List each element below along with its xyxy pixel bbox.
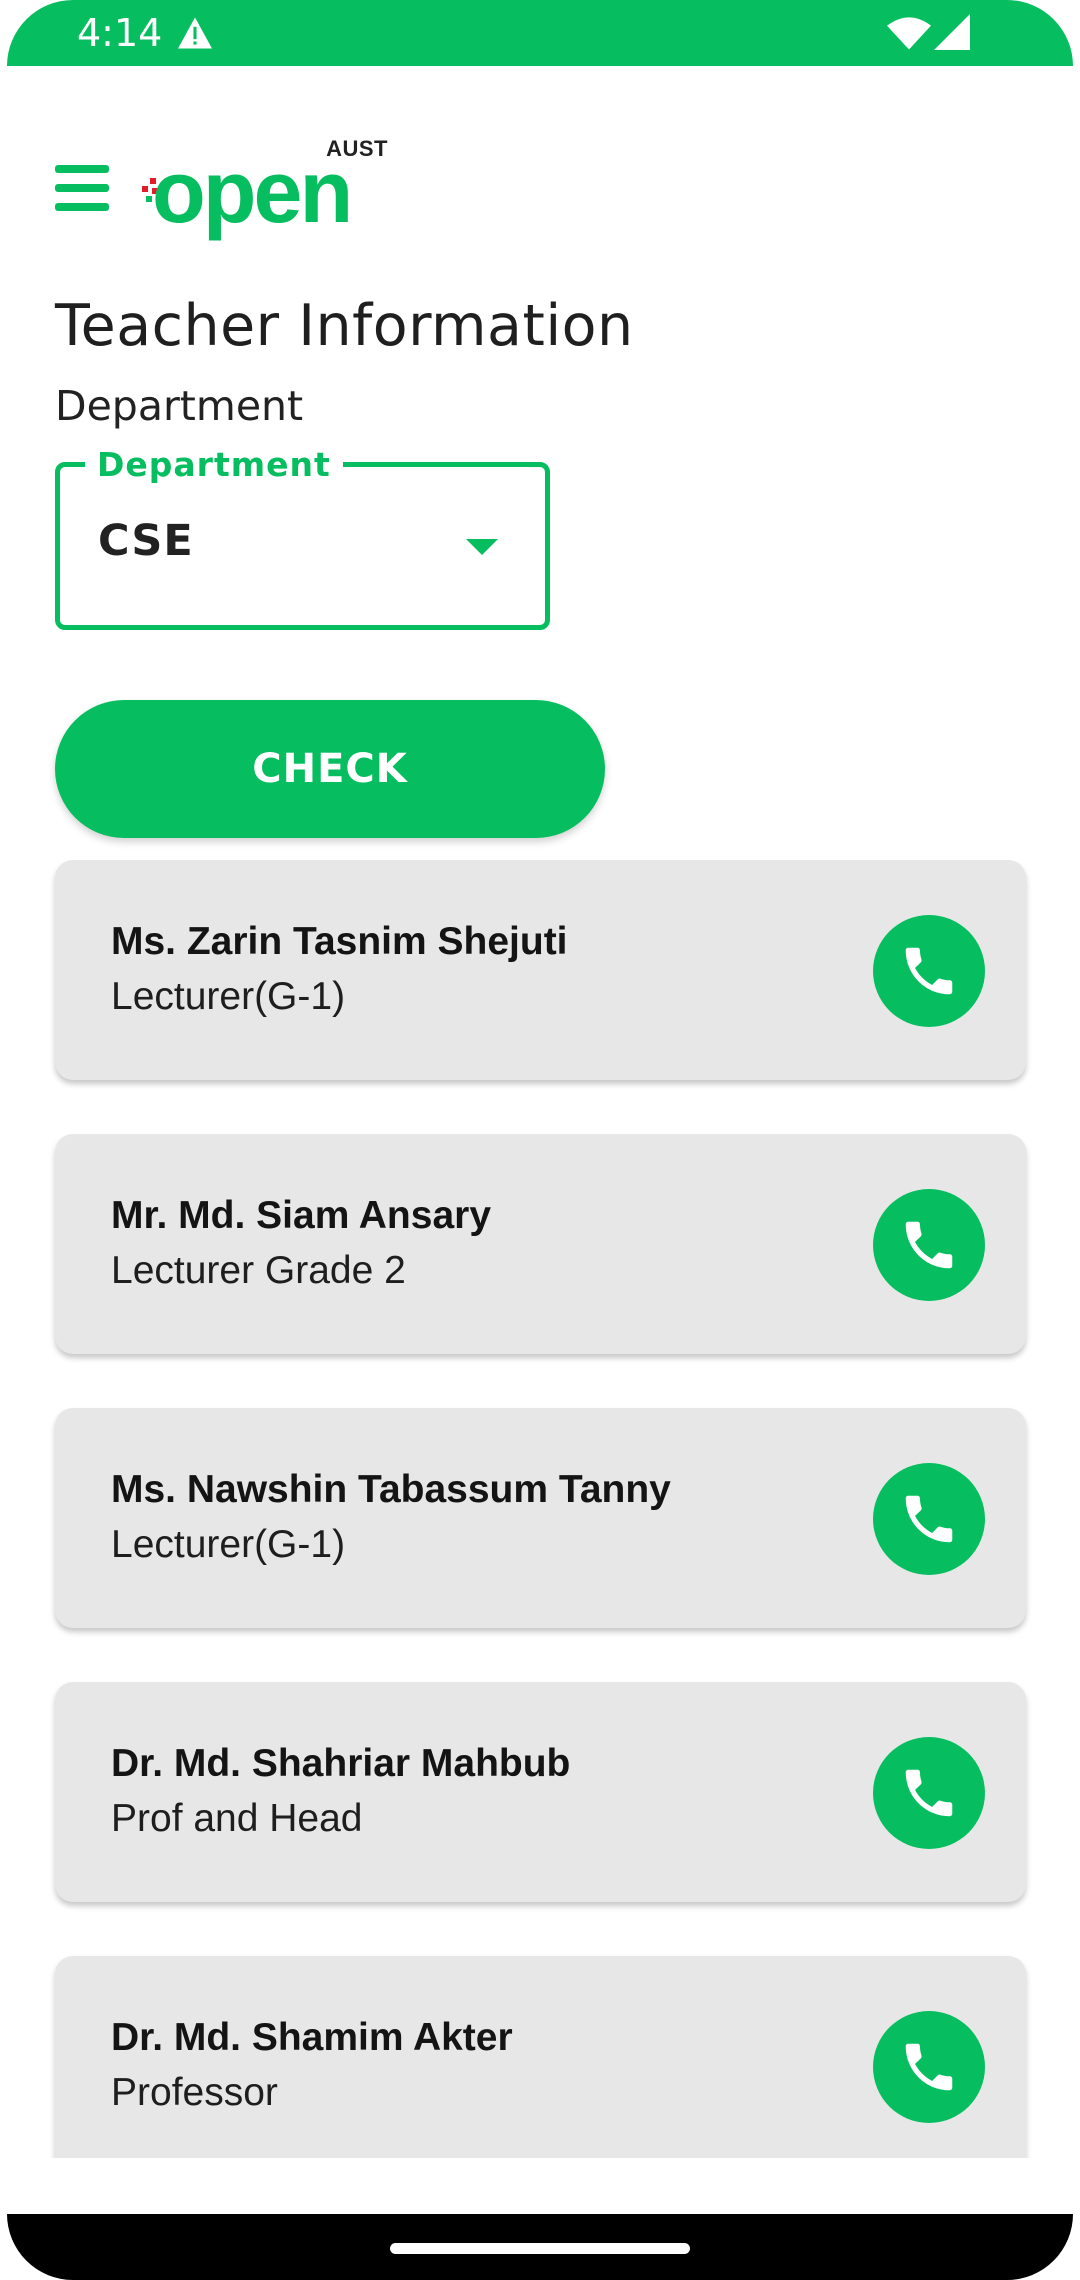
teacher-designation: Lecturer(G-1)	[111, 1523, 346, 1566]
call-button[interactable]	[873, 1189, 985, 1301]
teacher-card[interactable]: Dr. Md. Shahriar Mahbub Prof and Head	[55, 1682, 1026, 1902]
logo-open-text: open	[152, 142, 353, 241]
teacher-card[interactable]: Dr. Md. Shamim Akter Professor	[55, 1956, 1026, 2158]
teacher-name: Ms. Zarin Tasnim Shejuti	[111, 920, 568, 963]
teacher-card[interactable]: Mr. Md. Siam Ansary Lecturer Grade 2	[55, 1134, 1026, 1354]
phone-icon	[905, 1221, 953, 1269]
cell-signal-icon	[934, 14, 970, 50]
department-section-label: Department	[55, 382, 304, 430]
teacher-name: Mr. Md. Siam Ansary	[111, 1194, 492, 1237]
call-button[interactable]	[873, 915, 985, 1027]
teacher-list[interactable]: Ms. Zarin Tasnim Shejuti Lecturer(G-1) M…	[0, 860, 1080, 2158]
call-button[interactable]	[873, 1737, 985, 1849]
check-button[interactable]: CHECK	[55, 700, 605, 838]
teacher-designation: Lecturer(G-1)	[111, 975, 346, 1018]
phone-icon	[905, 947, 953, 995]
home-gesture-handle[interactable]	[390, 2243, 690, 2254]
phone-icon	[905, 1769, 953, 1817]
page-title: Teacher Information	[55, 293, 634, 359]
teacher-name: Dr. Md. Shamim Akter	[111, 2016, 513, 2059]
call-button[interactable]	[873, 1463, 985, 1575]
teacher-card[interactable]: Ms. Nawshin Tabassum Tanny Lecturer(G-1)	[55, 1408, 1026, 1628]
teacher-name: Ms. Nawshin Tabassum Tanny	[111, 1468, 671, 1511]
status-bar: 4:14	[7, 0, 1073, 66]
system-nav-bar	[7, 2214, 1073, 2280]
teacher-designation: Lecturer Grade 2	[111, 1249, 406, 1292]
hamburger-menu-icon[interactable]	[55, 165, 109, 213]
wifi-icon	[887, 17, 931, 50]
teacher-name: Dr. Md. Shahriar Mahbub	[111, 1742, 571, 1785]
department-dropdown-value[interactable]: CSE	[98, 516, 194, 566]
status-time: 4:14	[77, 11, 163, 55]
alert-icon	[178, 17, 212, 49]
app-logo: AUST open	[138, 132, 388, 252]
teacher-card[interactable]: Ms. Zarin Tasnim Shejuti Lecturer(G-1)	[55, 860, 1026, 1080]
phone-icon	[905, 1495, 953, 1543]
department-dropdown-label: Department	[85, 445, 343, 484]
call-button[interactable]	[873, 2011, 985, 2123]
dropdown-arrow-icon[interactable]	[466, 539, 498, 555]
teacher-designation: Prof and Head	[111, 1797, 363, 1840]
phone-icon	[905, 2043, 953, 2091]
teacher-designation: Professor	[111, 2071, 278, 2114]
